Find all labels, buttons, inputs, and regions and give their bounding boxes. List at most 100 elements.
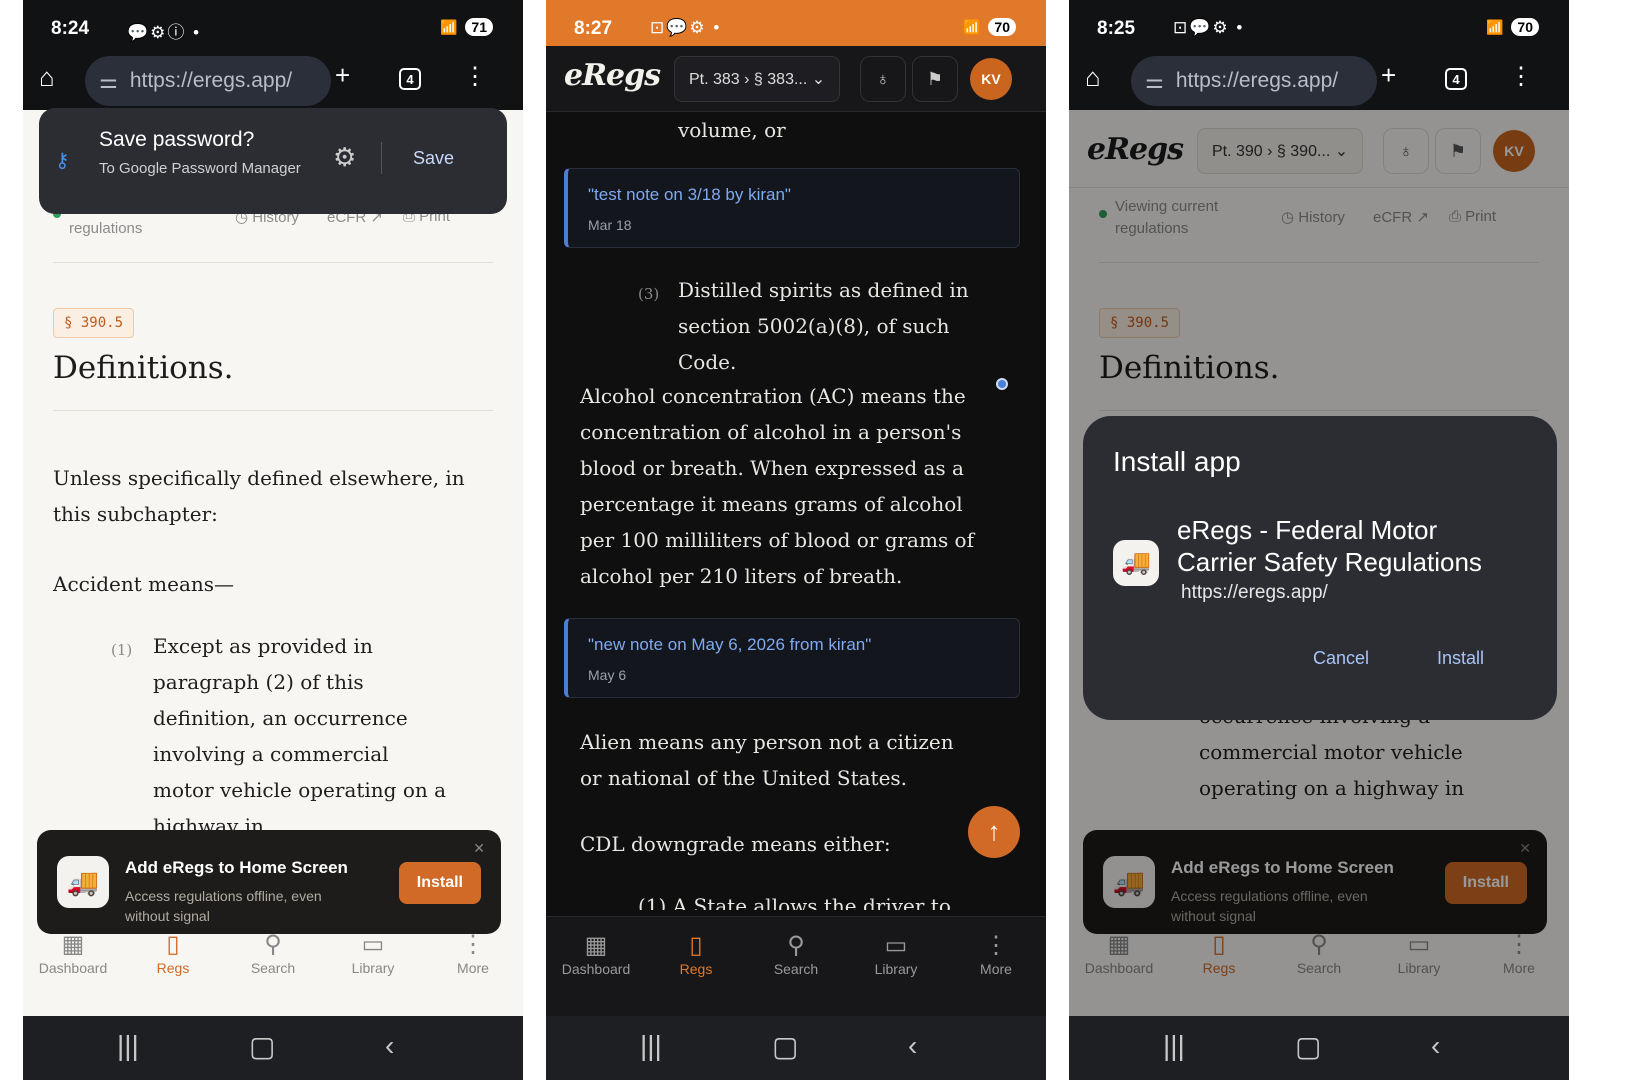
intro-paragraph: Unless specifically defined elsewhere, i… — [53, 466, 465, 526]
nav-regs[interactable]: ▯ Regs — [646, 917, 746, 1016]
close-icon[interactable]: ✕ — [473, 840, 485, 857]
menu-kebab-icon[interactable]: ⋮ — [1509, 62, 1533, 91]
lightbulb-icon[interactable]: ♁ — [860, 56, 906, 102]
nav-search[interactable]: ⚲ Search — [746, 917, 846, 1016]
nav-label: Search — [250, 960, 296, 976]
avatar[interactable]: KV — [970, 58, 1012, 100]
nav-dashboard[interactable]: ▦ Dashboard — [546, 917, 646, 1016]
truck-app-icon: 🚚 — [1113, 540, 1159, 586]
key-icon: ⚷ — [55, 150, 70, 172]
user-note[interactable]: "new note on May 6, 2026 from kiran" May… — [564, 618, 1020, 698]
bookmark-icon[interactable]: ⚑ — [912, 56, 958, 102]
text-fragment: (1) A State allows the driver to — [638, 894, 951, 910]
search-icon: ⚲ — [787, 932, 805, 959]
item-text: Distilled spirits as defined in section … — [678, 278, 969, 374]
status-time: 8:24 — [51, 18, 90, 39]
app-name: eRegs - Federal Motor Carrier Safety Reg… — [1177, 515, 1482, 577]
divider — [381, 142, 382, 174]
nav-label: Library — [874, 961, 918, 977]
bottom-nav: ▦ Dashboard ▯ Regs ⚲ Search ▭ Library ⋮ More — [546, 916, 1046, 1016]
app-header: eRegs Pt. 383 › § 383... ⌄ ♁ ⚑ KV — [546, 46, 1046, 112]
home-button-icon[interactable]: ▢ — [772, 1030, 798, 1063]
menu-kebab-icon[interactable]: ⋮ — [463, 62, 487, 91]
status-right: 📶 70 — [963, 18, 1016, 36]
new-tab-icon[interactable]: + — [1381, 60, 1396, 91]
add-to-home-toast: 🚚 Add eRegs to Home Screen Access regula… — [37, 830, 501, 934]
home-icon[interactable]: ⌂ — [1085, 62, 1101, 93]
toast-description: Access regulations offline, even without… — [125, 888, 322, 924]
breadcrumb[interactable]: Pt. 383 › § 383... ⌄ — [674, 56, 841, 102]
save-button[interactable]: Save — [413, 148, 454, 169]
nav-label: Dashboard — [38, 960, 108, 976]
scroll-to-top-button[interactable]: ↑ — [968, 806, 1020, 858]
section-tag: § 390.5 — [53, 308, 135, 338]
item-number: (3) — [638, 285, 660, 303]
home-button-icon[interactable]: ▢ — [1295, 1030, 1321, 1063]
battery-indicator: 70 — [988, 18, 1016, 36]
phone-screen-3: 8:25 ⊡💬⚙ • 📶 70 ⌂ ⚌ https://eregs.app/ +… — [1069, 0, 1569, 1080]
item-number: (1) — [111, 641, 133, 659]
url-bar[interactable]: ⚌ https://eregs.app/ — [85, 56, 331, 106]
phone-screen-2: 8:27 ⊡💬⚙ • 📶 70 eRegs Pt. 383 › § 383...… — [546, 0, 1046, 1080]
status-icons: ⊡💬⚙ • — [650, 18, 722, 37]
system-nav-bar: ||| ▢ ‹ — [546, 1016, 1046, 1080]
nav-more[interactable]: ⋮ More — [946, 917, 1046, 1016]
nav-label: Dashboard — [561, 961, 631, 977]
item-text: Except as provided in paragraph (2) of t… — [153, 634, 447, 838]
toast-install-button[interactable]: Install — [398, 862, 481, 904]
divider — [53, 262, 493, 263]
book-icon: ▯ — [166, 931, 180, 958]
gear-icon[interactable]: ⚙ — [333, 142, 356, 173]
alcohol-concentration-definition: Alcohol concentration (AC) means the con… — [580, 384, 975, 588]
cancel-button[interactable]: Cancel — [1313, 648, 1369, 669]
site-settings-icon[interactable]: ⚌ — [1145, 69, 1164, 94]
more-icon: ⋮ — [984, 932, 1008, 959]
library-icon: ▭ — [361, 931, 385, 958]
wifi-icon: 📶 — [962, 18, 981, 35]
toast-title: Add eRegs to Home Screen — [125, 858, 348, 877]
dashboard-icon: ▦ — [584, 932, 608, 959]
eregs-logo[interactable]: eRegs — [564, 58, 661, 93]
url-bar[interactable]: ⚌ https://eregs.app/ — [1131, 56, 1377, 106]
alien-definition: Alien means any person not a citizen or … — [580, 730, 954, 790]
truck-app-icon: 🚚 — [57, 856, 109, 908]
recents-icon[interactable]: ||| — [117, 1030, 139, 1062]
nav-label: More — [457, 960, 489, 976]
status-time: 8:27 — [574, 18, 613, 39]
browser-toolbar: ⌂ ⚌ https://eregs.app/ + 4 ⋮ — [23, 46, 523, 110]
app-url: https://eregs.app/ — [1181, 582, 1328, 603]
back-icon[interactable]: ‹ — [908, 1030, 917, 1062]
cdl-downgrade-definition: CDL downgrade means either: — [580, 832, 891, 856]
battery-indicator: 71 — [465, 18, 493, 36]
new-tab-icon[interactable]: + — [335, 60, 350, 91]
note-date: May 6 — [588, 667, 627, 683]
phone-screen-1: 8:24 💬⚙ⓘ • 📶 71 ⌂ ⚌ https://eregs.app/ +… — [23, 0, 523, 1080]
recents-icon[interactable]: ||| — [640, 1030, 662, 1062]
dashboard-icon: ▦ — [61, 931, 85, 958]
dialog-title: Install app — [1113, 446, 1241, 477]
recents-icon[interactable]: ||| — [1163, 1030, 1185, 1062]
save-password-subtitle: To Google Password Manager — [99, 160, 301, 177]
search-icon: ⚲ — [264, 931, 282, 958]
home-button-icon[interactable]: ▢ — [249, 1030, 275, 1063]
text-fragment: volume, or — [678, 118, 786, 142]
nav-library[interactable]: ▭ Library — [846, 917, 946, 1016]
status-icons: 💬⚙ⓘ • — [127, 23, 202, 42]
wifi-icon: 📶 — [1485, 18, 1504, 35]
nav-label: Regs — [156, 960, 190, 976]
back-icon[interactable]: ‹ — [1431, 1030, 1440, 1062]
note-text: "new note on May 6, 2026 from kiran" — [588, 635, 872, 654]
battery-indicator: 70 — [1511, 18, 1539, 36]
user-note[interactable]: "test note on 3/18 by kiran" Mar 18 — [564, 168, 1020, 248]
back-icon[interactable]: ‹ — [385, 1030, 394, 1062]
status-time: 8:25 — [1097, 18, 1136, 39]
home-icon[interactable]: ⌂ — [39, 62, 55, 93]
status-right: 📶 71 — [440, 18, 493, 36]
note-date: Mar 18 — [588, 217, 632, 233]
nav-label: Library — [351, 960, 395, 976]
install-button[interactable]: Install — [1437, 648, 1484, 669]
wifi-icon: 📶 — [439, 18, 458, 35]
tab-switcher-button[interactable]: 4 — [399, 68, 421, 90]
tab-switcher-button[interactable]: 4 — [1445, 68, 1467, 90]
site-settings-icon[interactable]: ⚌ — [99, 69, 118, 94]
